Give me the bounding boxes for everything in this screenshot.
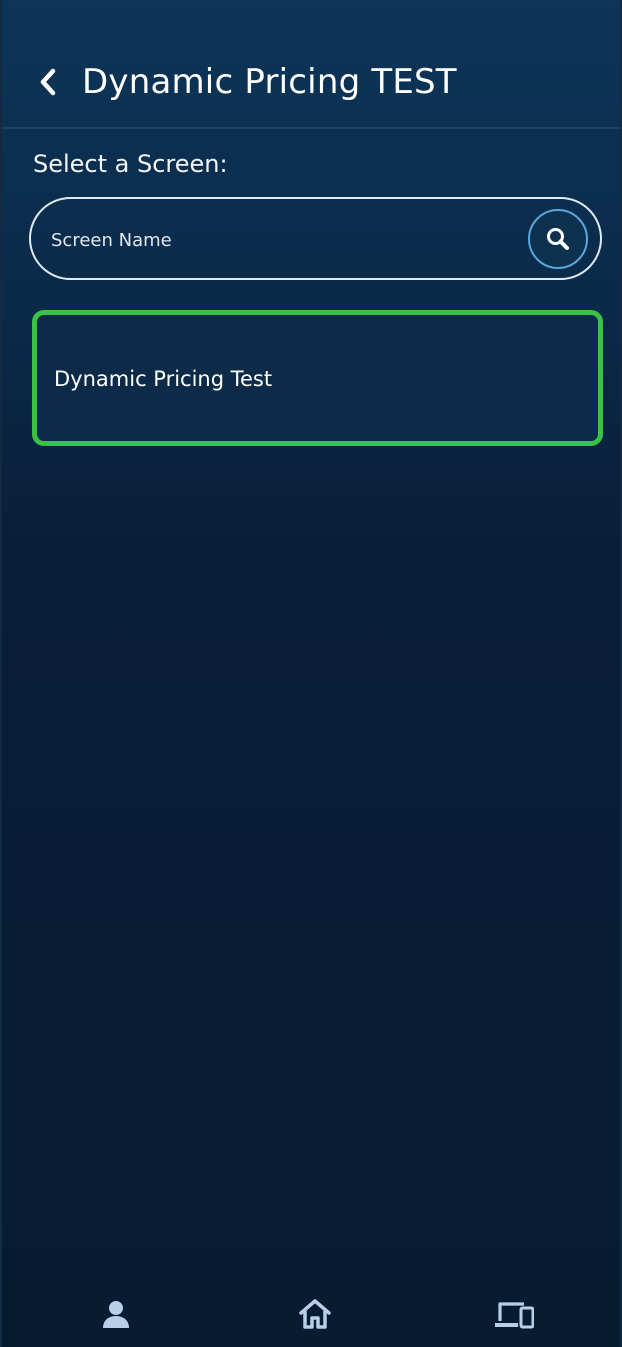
user-icon xyxy=(103,1301,129,1328)
nav-devices-button[interactable] xyxy=(494,1295,534,1333)
search-icon xyxy=(547,228,569,250)
bottom-navigation xyxy=(2,1279,620,1347)
search-bar xyxy=(29,197,602,280)
page-title: Dynamic Pricing TEST xyxy=(82,62,457,102)
back-button[interactable] xyxy=(32,62,64,102)
app-screen: Dynamic Pricing TEST Select a Screen: Dy… xyxy=(0,0,622,1347)
header-bar: Dynamic Pricing TEST xyxy=(2,0,620,129)
screen-name-search-input[interactable] xyxy=(49,218,523,262)
screen-list-item-label: Dynamic Pricing Test xyxy=(54,367,273,391)
search-button[interactable] xyxy=(528,209,588,269)
nav-profile-button[interactable] xyxy=(96,1295,136,1333)
select-screen-label: Select a Screen: xyxy=(33,150,228,178)
chevron-left-icon xyxy=(40,68,56,96)
devices-icon xyxy=(495,1302,534,1329)
home-icon xyxy=(299,1299,331,1329)
nav-home-button[interactable] xyxy=(295,1295,335,1333)
screen-list-item[interactable]: Dynamic Pricing Test xyxy=(32,310,603,446)
